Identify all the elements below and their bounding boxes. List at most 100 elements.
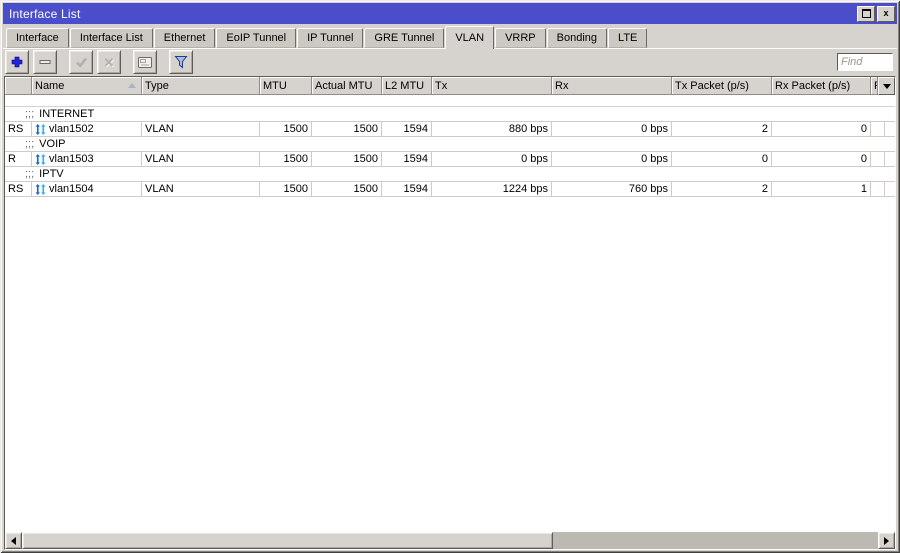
tab-bonding[interactable]: Bonding <box>547 28 607 48</box>
close-button[interactable]: x <box>877 6 895 22</box>
tab-interface[interactable]: Interface <box>6 28 69 48</box>
tab-label: GRE Tunnel <box>374 32 434 44</box>
tab-vlan[interactable]: VLAN <box>445 26 494 49</box>
plus-icon <box>11 56 23 68</box>
col-fl[interactable]: Fl <box>871 77 878 95</box>
scrollbar-track[interactable] <box>553 532 878 549</box>
window-title: Interface List <box>9 7 81 21</box>
tab-ip-tunnel[interactable]: IP Tunnel <box>297 28 363 48</box>
col-mtu[interactable]: MTU <box>260 77 312 95</box>
table-header: Name Type MTU Actual MTU L2 MTU Tx Rx Tx… <box>5 77 895 95</box>
scrollbar-thumb[interactable] <box>22 532 553 549</box>
table-body: ;;; INTERNET RS vlan1502 VLAN 1500 1500 … <box>5 95 895 532</box>
sort-ascending-icon <box>128 83 136 88</box>
add-button[interactable] <box>5 50 29 74</box>
toolbar: ✕ <box>3 48 897 76</box>
row-filler <box>885 152 895 166</box>
tab-label: VRRP <box>505 32 536 44</box>
scroll-right-button[interactable] <box>878 532 895 549</box>
type-cell: VLAN <box>142 182 260 196</box>
col-rx-label: Rx <box>555 80 568 92</box>
enable-button[interactable] <box>69 50 93 74</box>
comment-row-iptv[interactable]: ;;; IPTV <box>5 167 895 182</box>
tab-vrrp[interactable]: VRRP <box>495 28 546 48</box>
window-controls: x <box>857 6 895 22</box>
tab-ethernet[interactable]: Ethernet <box>154 28 216 48</box>
flags-cell: RS <box>5 122 32 136</box>
mtu-cell: 1500 <box>260 182 312 196</box>
type-cell: VLAN <box>142 152 260 166</box>
col-actual-mtu-label: Actual MTU <box>315 80 372 92</box>
vlan-panel: ✕ Name Type MTU Actual MTU L2 <box>3 48 897 550</box>
tx-cell: 880 bps <box>432 122 552 136</box>
cross-icon: ✕ <box>104 56 115 69</box>
rx-cell: 0 bps <box>552 122 672 136</box>
interface-table: Name Type MTU Actual MTU L2 MTU Tx Rx Tx… <box>4 76 896 550</box>
tab-label: VLAN <box>455 32 484 44</box>
col-rx-packet[interactable]: Rx Packet (p/s) <box>772 77 871 95</box>
disable-button[interactable]: ✕ <box>97 50 121 74</box>
remove-button[interactable] <box>33 50 57 74</box>
col-name[interactable]: Name <box>32 77 142 95</box>
table-row-vlan1502[interactable]: RS vlan1502 VLAN 1500 1500 1594 880 bps … <box>5 122 895 137</box>
rx-cell: 0 bps <box>552 152 672 166</box>
name-cell: vlan1503 <box>32 152 142 166</box>
col-type[interactable]: Type <box>142 77 260 95</box>
close-icon: x <box>883 9 888 18</box>
col-flags[interactable] <box>5 77 32 95</box>
rx-packet-cell: 0 <box>772 122 871 136</box>
comment-label: VOIP <box>39 137 65 151</box>
scroll-left-icon <box>11 537 16 545</box>
fl-cell <box>871 182 885 196</box>
l2-mtu-cell: 1594 <box>382 152 432 166</box>
col-name-label: Name <box>35 80 64 92</box>
comment-label: IPTV <box>39 167 63 181</box>
tab-gre-tunnel[interactable]: GRE Tunnel <box>364 28 444 48</box>
tab-label: EoIP Tunnel <box>226 32 286 44</box>
maximize-button[interactable] <box>857 6 875 22</box>
col-rx[interactable]: Rx <box>552 77 672 95</box>
vlan-interface-icon <box>35 184 46 195</box>
vlan-interface-icon <box>35 154 46 165</box>
col-rx-packet-label: Rx Packet (p/s) <box>775 80 850 92</box>
tab-lte[interactable]: LTE <box>608 28 647 48</box>
titlebar[interactable]: Interface List x <box>3 3 897 24</box>
find-input[interactable] <box>837 53 893 71</box>
tab-label: LTE <box>618 32 637 44</box>
maximize-icon <box>862 9 871 18</box>
interface-list-window: Interface List x Interface Interface Lis… <box>0 0 900 553</box>
comment-row-voip[interactable]: ;;; VOIP <box>5 137 895 152</box>
actual-mtu-cell: 1500 <box>312 122 382 136</box>
tab-label: IP Tunnel <box>307 32 353 44</box>
col-l2-mtu[interactable]: L2 MTU <box>382 77 432 95</box>
name-cell: vlan1502 <box>32 122 142 136</box>
l2-mtu-cell: 1594 <box>382 122 432 136</box>
table-row-vlan1503[interactable]: R vlan1503 VLAN 1500 1500 1594 0 bps 0 b… <box>5 152 895 167</box>
tab-label: Bonding <box>557 32 597 44</box>
tab-interface-list[interactable]: Interface List <box>70 28 153 48</box>
blank-row <box>5 95 895 107</box>
col-tx-packet[interactable]: Tx Packet (p/s) <box>672 77 772 95</box>
comment-prefix: ;;; <box>25 167 34 181</box>
comment-button[interactable] <box>133 50 157 74</box>
scroll-left-button[interactable] <box>5 532 22 549</box>
tx-packet-cell: 2 <box>672 182 772 196</box>
rx-packet-cell: 0 <box>772 152 871 166</box>
table-row-vlan1504[interactable]: RS vlan1504 VLAN 1500 1500 1594 1224 bps… <box>5 182 895 197</box>
col-mtu-label: MTU <box>263 80 287 92</box>
comment-row-internet[interactable]: ;;; INTERNET <box>5 107 895 122</box>
col-tx[interactable]: Tx <box>432 77 552 95</box>
tab-eoip-tunnel[interactable]: EoIP Tunnel <box>216 28 296 48</box>
rx-packet-cell: 1 <box>772 182 871 196</box>
actual-mtu-cell: 1500 <box>312 182 382 196</box>
tab-bar: Interface Interface List Ethernet EoIP T… <box>3 26 897 48</box>
horizontal-scrollbar[interactable] <box>5 532 895 549</box>
column-select-button[interactable] <box>878 77 895 95</box>
check-icon <box>75 56 88 68</box>
col-actual-mtu[interactable]: Actual MTU <box>312 77 382 95</box>
comment-prefix: ;;; <box>25 107 34 121</box>
filter-button[interactable] <box>169 50 193 74</box>
row-filler <box>885 182 895 196</box>
mtu-cell: 1500 <box>260 122 312 136</box>
funnel-icon <box>174 55 188 69</box>
